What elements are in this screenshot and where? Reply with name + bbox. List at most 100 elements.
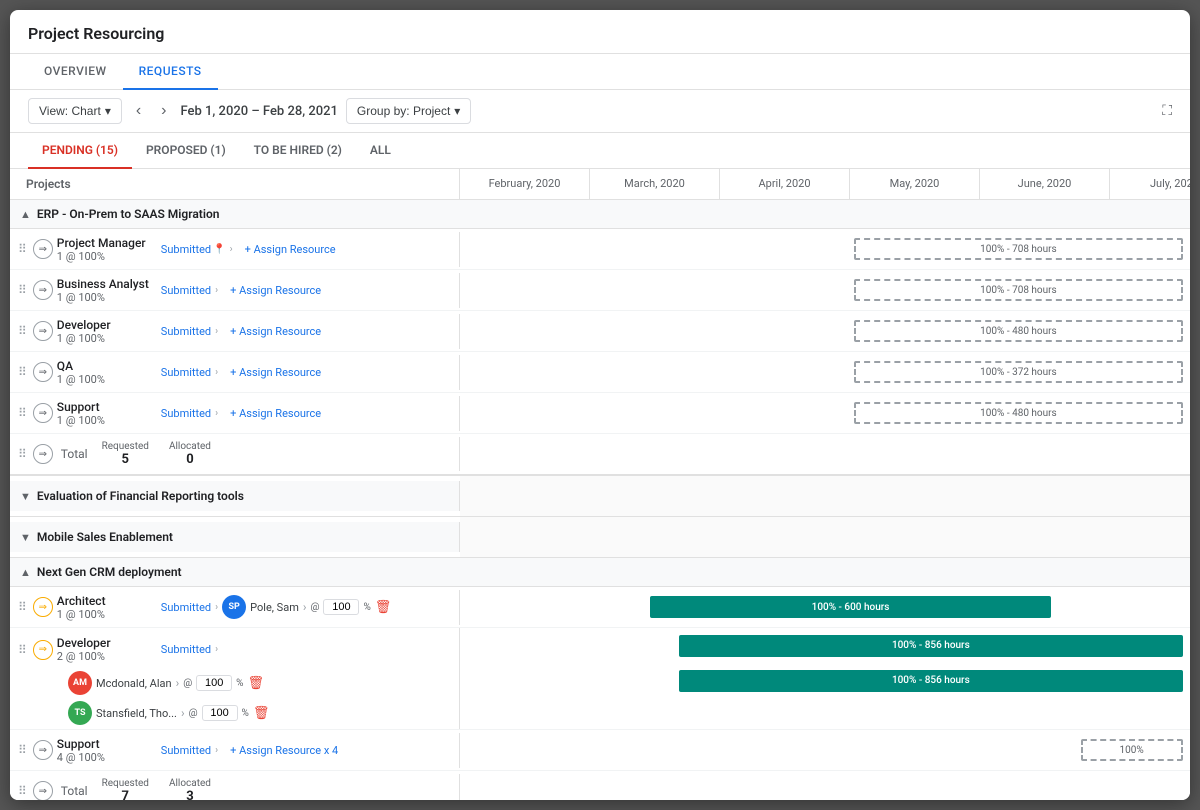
transfer-icon: ⇒ — [33, 640, 53, 660]
arrow-to-icon: › — [181, 706, 185, 720]
resource-role: Project Manager — [57, 236, 157, 250]
resource-count: 1 @ 100% — [57, 291, 157, 304]
chevron-right-icon: › — [215, 285, 218, 296]
avatar-am: AM — [68, 671, 92, 695]
gantt-bar: 100% — [1081, 739, 1183, 761]
drag-icon[interactable]: ⠿ — [16, 363, 29, 381]
project-eval-name: Evaluation of Financial Reporting tools — [37, 489, 244, 503]
table-row: ⠿ ⇒ Developer 1 @ 100% Submitted › + Ass… — [10, 311, 1190, 352]
assignee-section: TS Stansfield, Tho... › @ % 🗑 — [68, 701, 269, 725]
drag-icon: ⠿ — [16, 782, 29, 800]
assign-resource-button[interactable]: + Assign Resource — [222, 403, 329, 424]
prev-period-button[interactable]: ‹ — [130, 100, 147, 122]
at-sign: @ — [189, 708, 198, 719]
submitted-badge[interactable]: Submitted — [161, 284, 211, 297]
at-sign: @ — [310, 602, 319, 613]
project-eval-header[interactable]: ▼ Evaluation of Financial Reporting tool… — [10, 481, 460, 511]
chevron-right-icon: › — [215, 408, 218, 419]
filter-tab-all[interactable]: ALL — [356, 133, 405, 169]
chevron-right-icon: › — [215, 745, 218, 756]
date-range: Feb 1, 2020 – Feb 28, 2021 — [181, 104, 338, 119]
resource-count: 1 @ 100% — [57, 332, 157, 345]
assignee-name: Pole, Sam — [250, 601, 299, 614]
resource-count: 1 @ 100% — [57, 373, 157, 386]
submitted-badge[interactable]: Submitted — [161, 601, 211, 614]
project-group-eval: ▼ Evaluation of Financial Reporting tool… — [10, 476, 1190, 517]
tab-requests[interactable]: REQUESTS — [123, 54, 218, 90]
table-row: ⠿ ⇒ Support 4 @ 100% Submitted › + Assig… — [10, 730, 1190, 771]
project-group-mobile: ▼ Mobile Sales Enablement — [10, 517, 1190, 558]
pct-sign: % — [363, 602, 370, 613]
assign-resource-button[interactable]: + Assign Resource — [222, 321, 329, 342]
project-mobile-row: ▼ Mobile Sales Enablement — [10, 517, 1190, 557]
collapse-icon: ▲ — [20, 208, 31, 221]
at-sign: @ — [183, 678, 192, 689]
gantt-bar: 100% - 480 hours — [854, 320, 1183, 342]
pct-input[interactable] — [196, 675, 232, 691]
avatar-sp: SP — [222, 595, 246, 619]
stat-allocated: Allocated 0 — [169, 441, 211, 467]
filter-tab-to-be-hired[interactable]: TO BE HIRED (2) — [240, 133, 356, 169]
title-bar: Project Resourcing — [10, 10, 1190, 54]
resource-info: Business Analyst 1 @ 100% — [57, 277, 157, 304]
expand-icon[interactable]: ⛶ — [1162, 103, 1172, 119]
stat-requested: Requested 7 — [102, 778, 149, 800]
assign-resource-button[interactable]: + Assign Resource — [237, 239, 344, 260]
next-period-button[interactable]: › — [155, 100, 172, 122]
group-by-button[interactable]: Group by: Project ▾ — [346, 98, 471, 124]
project-crm-header[interactable]: ▲ Next Gen CRM deployment — [10, 558, 1190, 587]
table-row: ⠿ ⇒ Support 1 @ 100% Submitted › + Assig… — [10, 393, 1190, 434]
drag-icon[interactable]: ⠿ — [16, 641, 29, 659]
chevron-right-icon: › — [230, 244, 233, 255]
drag-icon[interactable]: ⠿ — [16, 741, 29, 759]
drag-icon[interactable]: ⠿ — [16, 281, 29, 299]
submitted-badge[interactable]: Submitted — [161, 643, 211, 656]
chevron-down-icon: ▾ — [105, 104, 111, 118]
drag-icon[interactable]: ⠿ — [16, 322, 29, 340]
row-right: 100% - 600 hours — [460, 587, 1190, 627]
transfer-icon: ⇒ — [33, 740, 53, 760]
delete-button[interactable]: 🗑 — [248, 676, 265, 691]
transfer-icon: ⇒ — [33, 781, 53, 800]
drag-icon[interactable]: ⠿ — [16, 404, 29, 422]
project-mobile-header[interactable]: ▼ Mobile Sales Enablement — [10, 522, 460, 552]
submitted-badge[interactable]: Submitted 📍 — [161, 243, 226, 256]
filter-tab-proposed[interactable]: PROPOSED (1) — [132, 133, 240, 169]
arrow-to-icon: › — [176, 676, 180, 690]
project-erp-header[interactable]: ▲ ERP - On-Prem to SAAS Migration — [10, 200, 1190, 229]
row-right — [460, 476, 1190, 516]
submitted-badge[interactable]: Submitted — [161, 407, 211, 420]
total-stats: Requested 7 Allocated 3 — [102, 778, 211, 800]
collapse-icon: ▲ — [20, 566, 31, 579]
assign-resource-button[interactable]: + Assign Resource — [222, 362, 329, 383]
row-right — [460, 434, 1190, 474]
submitted-badge[interactable]: Submitted — [161, 366, 211, 379]
chevron-right-icon: › — [215, 326, 218, 337]
delete-button[interactable]: 🗑 — [253, 706, 270, 721]
drag-icon[interactable]: ⠿ — [16, 240, 29, 258]
view-chart-button[interactable]: View: Chart ▾ — [28, 98, 122, 124]
total-left: ⠿ ⇒ Total Requested 5 Allocated 0 — [10, 437, 460, 471]
filter-tab-pending[interactable]: PENDING (15) — [28, 133, 132, 169]
resource-role: Support — [57, 737, 157, 751]
top-tabs: OVERVIEW REQUESTS — [10, 54, 1190, 90]
assign-resource-button[interactable]: + Assign Resource — [222, 280, 329, 301]
transfer-icon: ⇒ — [33, 403, 53, 423]
drag-icon[interactable]: ⠿ — [16, 598, 29, 616]
row-right: 100% - 708 hours — [460, 229, 1190, 269]
pct-input[interactable] — [202, 705, 238, 721]
resource-role: Developer — [57, 636, 157, 650]
resource-info: Developer 2 @ 100% — [57, 636, 157, 663]
submitted-badge[interactable]: Submitted — [161, 325, 211, 338]
submitted-badge[interactable]: Submitted — [161, 744, 211, 757]
pct-sign: % — [242, 708, 249, 719]
pct-input[interactable] — [323, 599, 359, 615]
gantt-right-header: February, 2020 March, 2020 April, 2020 M… — [460, 169, 1190, 199]
tab-overview[interactable]: OVERVIEW — [28, 54, 123, 90]
resource-count: 1 @ 100% — [57, 250, 157, 263]
delete-button[interactable]: 🗑 — [375, 600, 392, 615]
transfer-icon: ⇒ — [33, 444, 53, 464]
assign-resource-button[interactable]: + Assign Resource x 4 — [222, 740, 346, 761]
expand-icon: ▼ — [20, 531, 31, 544]
total-label: Total — [61, 447, 88, 461]
